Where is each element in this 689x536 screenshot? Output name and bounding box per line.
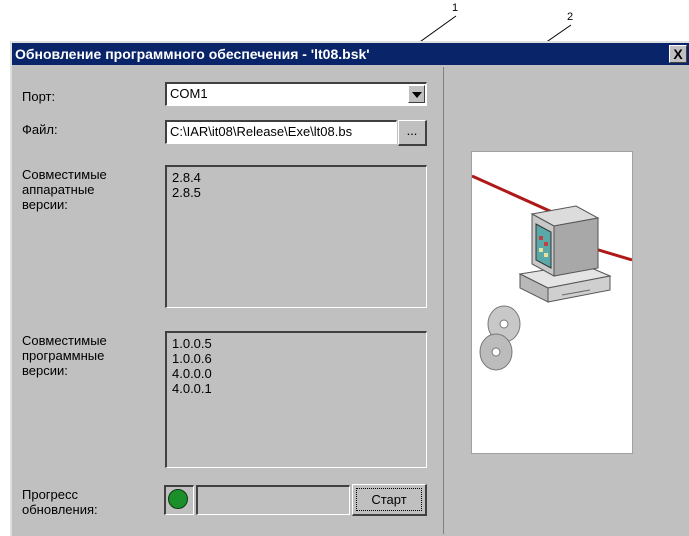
start-button-focus: Старт (356, 488, 422, 511)
browse-button[interactable]: ... (398, 120, 427, 146)
computer-with-discs-icon (471, 174, 633, 371)
file-path-value: C:\IAR\it08\Release\Exe\lt08.bs (170, 124, 353, 139)
list-item[interactable]: 1.0.0.6 (172, 351, 421, 366)
list-item[interactable]: 2.8.5 (172, 185, 421, 200)
progress-label-line: Прогресс (22, 487, 79, 502)
list-item[interactable]: 4.0.0.0 (172, 366, 421, 381)
callout-number-1: 1 (452, 2, 459, 14)
progress-bar (196, 485, 350, 515)
port-value: COM1 (170, 86, 208, 101)
hw-label-line: аппаратные (22, 182, 95, 197)
hw-label-line: версии: (22, 197, 68, 212)
port-label: Порт: (22, 89, 56, 104)
close-button[interactable]: X (669, 45, 687, 63)
progress-label-line: обновления: (22, 502, 98, 517)
progress-label: Прогресс обновления: (22, 487, 98, 517)
sw-label-line: программные (22, 348, 105, 363)
hw-versions-list[interactable]: 2.8.4 2.8.5 (165, 165, 427, 308)
sw-label-line: версии: (22, 363, 68, 378)
status-led-icon (168, 489, 188, 509)
start-button-label: Старт (371, 492, 407, 507)
window-title: Обновление программного обеспечения - 'l… (15, 46, 370, 62)
sw-versions-label: Совместимые программные версии: (22, 333, 107, 378)
port-select[interactable]: COM1 (165, 82, 427, 106)
cable-line (471, 174, 553, 214)
list-item[interactable]: 1.0.0.5 (172, 336, 421, 351)
title-bar: Обновление программного обеспечения - 'l… (12, 43, 689, 65)
sw-versions-list[interactable]: 1.0.0.5 1.0.0.6 4.0.0.0 4.0.0.1 (165, 331, 427, 468)
list-item[interactable]: 2.8.4 (172, 170, 421, 185)
file-label: Файл: (22, 122, 58, 137)
chevron-down-icon[interactable] (408, 85, 425, 103)
sw-label-line: Совместимые (22, 333, 107, 348)
hw-versions-label: Совместимые аппаратные версии: (22, 167, 107, 212)
file-path-field[interactable]: C:\IAR\it08\Release\Exe\lt08.bs (165, 120, 397, 144)
computer-illustration (471, 151, 633, 454)
start-button[interactable]: Старт (352, 484, 427, 516)
callout-number-2: 2 (567, 11, 574, 23)
list-item[interactable]: 4.0.0.1 (172, 381, 421, 396)
hw-label-line: Совместимые (22, 167, 107, 182)
